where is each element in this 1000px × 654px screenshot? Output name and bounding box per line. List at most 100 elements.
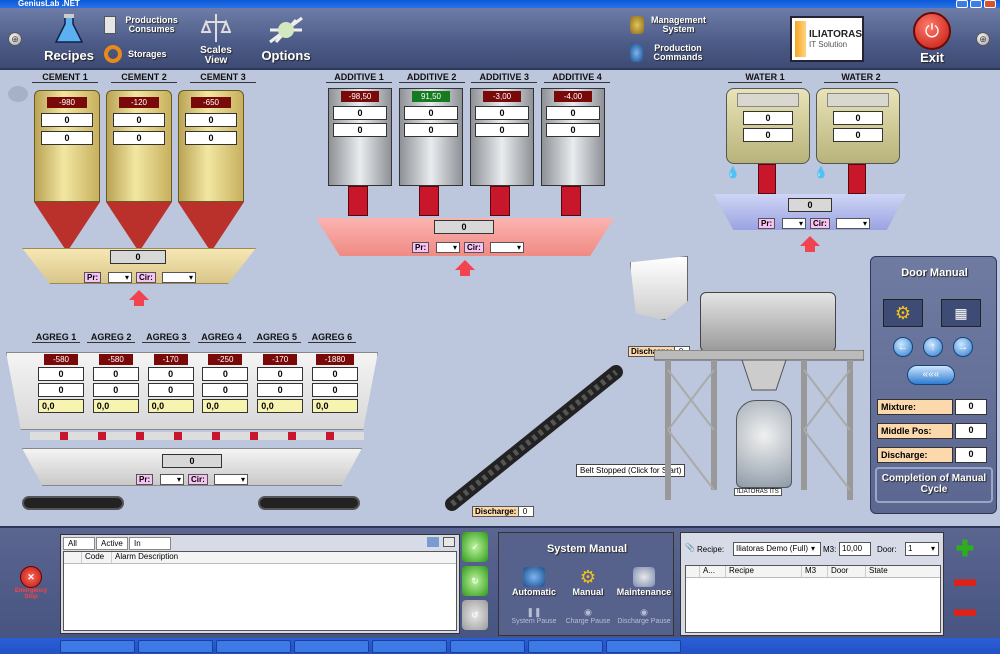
recipe-dropdown-icon[interactable]: ▾	[811, 544, 815, 553]
water-pr-select[interactable]: ▾	[782, 218, 806, 229]
taskbar-item[interactable]	[606, 639, 681, 653]
water-discharge-arrow[interactable]	[800, 236, 820, 252]
management-system-button[interactable]: Management System	[630, 14, 710, 36]
additive-discharge-arrow[interactable]	[455, 260, 475, 276]
door-dropdown-icon[interactable]: ▾	[931, 544, 935, 553]
cement-cir-select[interactable]: ▾	[162, 272, 196, 283]
alarm-col-description: Alarm Description	[115, 552, 179, 561]
tab-in-silence[interactable]: In Silence	[129, 537, 171, 560]
maximize-button[interactable]	[970, 0, 982, 8]
system-pause-button[interactable]: ❚❚ System Pause	[509, 607, 559, 625]
inclined-belt[interactable]	[440, 364, 630, 514]
scales-view-button[interactable]: Scales View	[192, 12, 240, 68]
additive-tank-1[interactable]: -98,50 0 0	[328, 88, 392, 186]
taskbar-item[interactable]	[216, 639, 291, 653]
options-button[interactable]: Options	[256, 14, 316, 68]
agreg-belt-right[interactable]	[258, 496, 360, 510]
agreg-3-spinner[interactable]: 0,0	[147, 399, 194, 413]
agreg-bin-6[interactable]: -1880 0 0 0,0	[311, 354, 358, 413]
storages-button[interactable]: Storages	[104, 44, 184, 64]
water-tank-2[interactable]: 0 0	[816, 88, 900, 164]
export-icon[interactable]	[443, 537, 455, 547]
reset-icon[interactable]: ↺	[462, 600, 488, 630]
cement-silo-1[interactable]: -980 0 0	[34, 90, 100, 202]
taskbar-item[interactable]	[294, 639, 369, 653]
water-tank-1[interactable]: 0 0	[726, 88, 810, 164]
agreg-bin-3[interactable]: -170 0 0 0,0	[147, 354, 194, 413]
m3-input[interactable]: 10,00	[839, 542, 871, 556]
agreg-bin-1[interactable]: -580 0 0 0,0	[38, 354, 84, 413]
taskbar-item[interactable]	[528, 639, 603, 653]
recipe-queue-table[interactable]: A... Recipe M3 Door State	[685, 565, 941, 633]
agreg-cir-select[interactable]: ▾	[214, 474, 248, 485]
alarm-table[interactable]: Code Alarm Description	[63, 551, 457, 631]
agreg-2-spinner[interactable]: 0,0	[92, 399, 139, 413]
exit-button[interactable]: ⏻ Exit	[906, 12, 958, 68]
additive-cir-select[interactable]: ▾	[490, 242, 524, 253]
print-icon[interactable]	[427, 537, 439, 547]
additive-1-label: ADDITIVE 1	[326, 72, 392, 83]
calendar-icon[interactable]: ▦	[941, 299, 981, 327]
mixer-truck	[736, 400, 792, 488]
cement-silo-3[interactable]: -650 0 0	[178, 90, 244, 202]
arrow-right-icon[interactable]: →	[953, 337, 973, 357]
taskbar-item[interactable]	[138, 639, 213, 653]
agreg-5-spinner[interactable]: 0,0	[257, 399, 304, 413]
agreg-pr-select[interactable]: ▾	[160, 474, 184, 485]
cement-silo-2[interactable]: -120 0 0	[106, 90, 172, 202]
door-discharge-value: 0	[955, 447, 987, 463]
alarm-actions: ✓ ↻ ↺	[462, 532, 492, 636]
cement-pr-select[interactable]: ▾	[108, 272, 132, 283]
productions-consumes-button[interactable]: Productions Consumes	[104, 14, 184, 36]
fast-back-icon[interactable]: «««	[907, 365, 955, 385]
discharge-pause-button[interactable]: ◉ Discharge Pause	[615, 607, 673, 625]
water-cir-select[interactable]: ▾	[836, 218, 870, 229]
production-commands-button[interactable]: Production Commands	[630, 42, 710, 64]
emergency-stop-button[interactable]: ✕ Emergency Stop	[12, 566, 50, 600]
additive-pr-label: Pr:	[412, 242, 430, 253]
taskbar-item[interactable]	[60, 639, 135, 653]
close-button[interactable]	[984, 0, 996, 8]
charge-pause-button[interactable]: ◉ Charge Pause	[563, 607, 613, 625]
additive-tank-4[interactable]: -4,00 0 0	[541, 88, 605, 186]
cement-discharge-arrow[interactable]	[129, 290, 149, 306]
recipe-select[interactable]: Iliatoras Demo (Full)	[733, 542, 821, 556]
agreg-6-label: AGREG 6	[307, 332, 356, 343]
tab-active[interactable]: Active	[96, 537, 128, 550]
taskbar-item[interactable]	[450, 639, 525, 653]
charge-pause-label: Charge Pause	[565, 618, 611, 625]
taskbar-item[interactable]	[372, 639, 447, 653]
arrow-up-icon[interactable]: ↑	[923, 337, 943, 357]
additive-pr-select[interactable]: ▾	[436, 242, 460, 253]
arrow-left-icon[interactable]: ←	[893, 337, 913, 357]
tab-all[interactable]: All	[63, 537, 95, 550]
mixer-drum[interactable]	[700, 292, 836, 352]
agreg-6-spinner[interactable]: 0,0	[311, 399, 358, 413]
agreg-bin-2[interactable]: -580 0 0 0,0	[92, 354, 139, 413]
add-recipe-icon[interactable]: ✚	[948, 534, 982, 564]
agreg-bin-5[interactable]: -170 0 0 0,0	[257, 354, 304, 413]
additive-tank-3[interactable]: -3,00 0 0	[470, 88, 534, 186]
manual-label: Manual	[572, 587, 604, 597]
maintenance-button[interactable]: Maintenance	[615, 567, 673, 597]
refresh-icon[interactable]: ↻	[462, 566, 488, 596]
additive-tank-2[interactable]: 91,50 0 0	[399, 88, 463, 186]
clear-recipes-icon[interactable]: ▬	[948, 594, 982, 624]
door-manual-panel: Door Manual ⚙ ▦ ← ↑ → ««« Mixture: 0 Mid…	[870, 256, 997, 514]
automatic-button[interactable]: Automatic	[509, 567, 559, 597]
mixture-value: 0	[955, 399, 987, 415]
recipes-button[interactable]: Recipes	[40, 14, 98, 66]
minimize-button[interactable]	[956, 0, 968, 8]
acknowledge-icon[interactable]: ✓	[462, 532, 488, 562]
gear-icon[interactable]: ⚙	[883, 299, 923, 327]
remove-recipe-icon[interactable]: ▬	[948, 564, 982, 594]
manual-button[interactable]: ⚙ Manual	[563, 567, 613, 597]
completion-manual-cycle-button[interactable]: Completion of Manual Cycle	[875, 467, 993, 503]
water-drop-icon: 💧	[814, 167, 828, 179]
additive-3-actual: 0	[475, 123, 529, 137]
document-icon	[104, 16, 117, 34]
agreg-1-spinner[interactable]: 0,0	[38, 399, 84, 413]
agreg-4-spinner[interactable]: 0,0	[202, 399, 249, 413]
agreg-belt-left[interactable]	[22, 496, 124, 510]
agreg-bin-4[interactable]: -250 0 0 0,0	[202, 354, 249, 413]
